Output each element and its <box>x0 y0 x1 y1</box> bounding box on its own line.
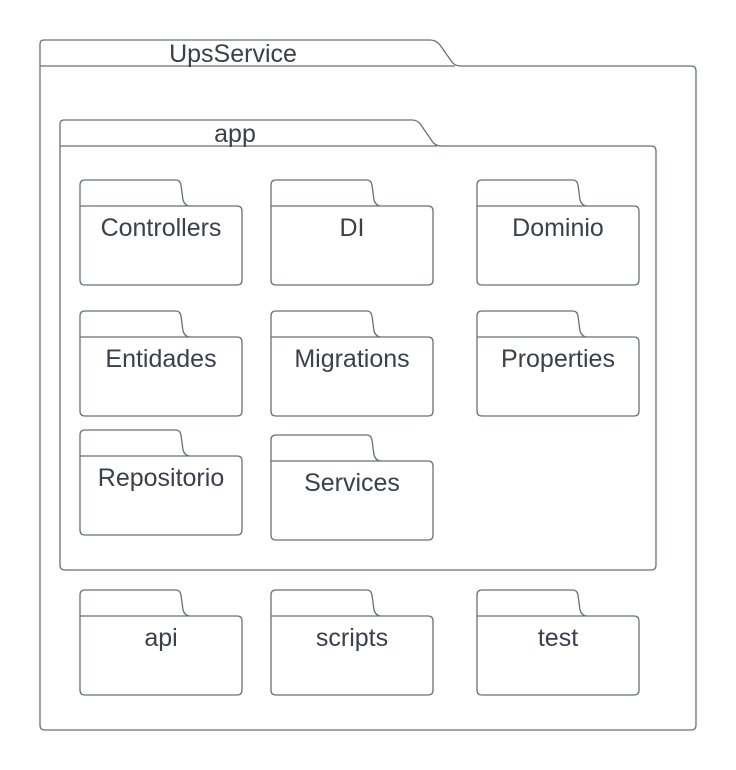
package-app-label: app <box>214 120 256 148</box>
package-upsservice-label: UpsService <box>169 40 297 68</box>
package-migrations-label: Migrations <box>294 345 409 373</box>
package-test-label: test <box>538 624 578 652</box>
package-scripts-label: scripts <box>316 624 388 652</box>
package-api-label: api <box>144 624 177 652</box>
package-services-label: Services <box>304 469 400 497</box>
package-entidades-label: Entidades <box>105 345 216 373</box>
package-di-label: DI <box>340 214 365 242</box>
package-diagram: UpsService app Controllers DI Dominio Entid… <box>39 39 697 731</box>
package-repositorio-label: Repositorio <box>98 464 224 492</box>
package-controllers-label: Controllers <box>101 214 222 242</box>
package-properties-label: Properties <box>501 345 615 373</box>
package-dominio-label: Dominio <box>512 214 604 242</box>
